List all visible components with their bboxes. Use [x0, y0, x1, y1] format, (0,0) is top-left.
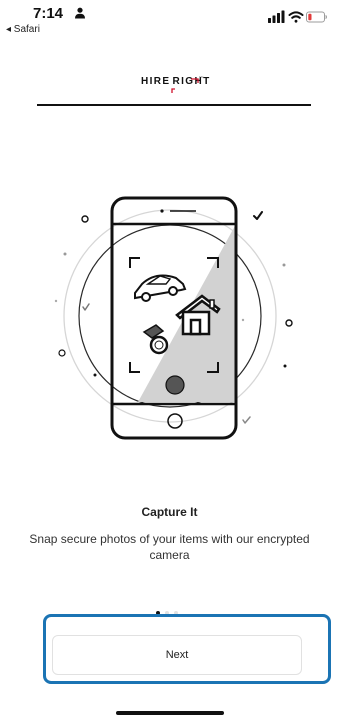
onboarding-title: Capture It — [141, 505, 198, 519]
logo-text-hire: HIRE — [141, 76, 171, 87]
back-to-safari-link[interactable]: ◂ Safari — [6, 24, 40, 35]
status-icons — [268, 10, 327, 23]
wifi-icon — [288, 11, 304, 23]
trademark-mark: TM — [199, 75, 204, 79]
next-button[interactable]: Next — [52, 635, 302, 675]
battery-icon — [306, 11, 327, 23]
ring-icon — [142, 324, 169, 355]
capture-illustration — [54, 196, 293, 440]
home-indicator[interactable] — [116, 711, 224, 715]
onboarding-subtitle: Snap secure photos of your items with ou… — [29, 532, 310, 562]
cellular-signal-icon — [268, 10, 285, 23]
header-divider — [37, 104, 311, 106]
car-icon — [134, 274, 187, 302]
status-bar: 7:14 ◂ Safari — [0, 0, 339, 44]
hireright-logo: HIRE RIGHT TM — [0, 72, 339, 96]
person-icon — [75, 7, 85, 19]
logo-accent-mark — [171, 78, 199, 93]
status-time: 7:14 — [33, 5, 64, 22]
